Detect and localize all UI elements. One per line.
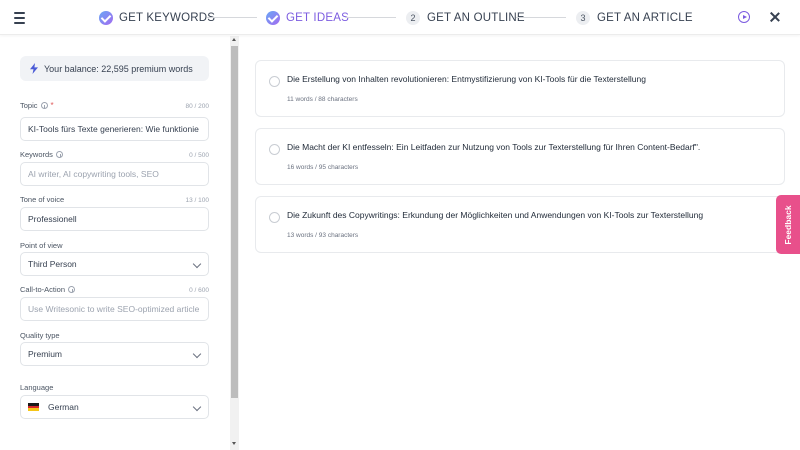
step-label: GET AN OUTLINE	[427, 11, 525, 24]
idea-card[interactable]: Die Zukunft des Copywritings: Erkundung …	[255, 196, 785, 253]
check-circle-icon	[266, 10, 280, 25]
tone-of-voice-input[interactable]: Professionell	[20, 207, 209, 231]
lightning-bolt-icon	[30, 63, 38, 74]
ideas-panel: Die Erstellung von Inhalten revolutionie…	[239, 36, 800, 450]
select-value: Third Person	[28, 259, 77, 269]
idea-title: Die Erstellung von Inhalten revolutionie…	[287, 74, 646, 84]
idea-meta: 13 words / 93 characters	[287, 232, 359, 239]
topic-input[interactable]: KI-Tools fürs Texte generieren: Wie funk…	[20, 117, 209, 141]
play-circle-icon[interactable]	[738, 11, 750, 23]
info-icon[interactable]	[68, 286, 76, 293]
step-divider	[516, 17, 566, 18]
scrollbar-thumb[interactable]	[231, 46, 238, 398]
idea-meta: 11 words / 88 characters	[287, 96, 358, 103]
step-label: GET AN ARTICLE	[597, 11, 693, 24]
idea-meta: 16 words / 95 characters	[287, 164, 359, 171]
select-value: German	[48, 402, 79, 412]
radio-button[interactable]	[269, 212, 280, 223]
chevron-down-icon	[192, 259, 202, 269]
step-number: 3	[576, 10, 590, 25]
tone-of-voice-label: Tone of voice	[20, 195, 65, 204]
radio-button[interactable]	[269, 144, 280, 155]
top-bar: GET KEYWORDS GET IDEAS 2 GET AN OUTLINE …	[0, 0, 800, 35]
hamburger-menu-icon[interactable]	[14, 11, 30, 24]
step-divider	[346, 17, 396, 18]
feedback-label: Feedback	[783, 204, 793, 245]
keywords-input[interactable]: AI writer, AI copywriting tools, SEO	[20, 162, 209, 186]
topic-counter: 80 / 200	[185, 103, 210, 110]
settings-panel: Your balance: 22,595 premium words Topic…	[0, 36, 230, 450]
radio-button[interactable]	[269, 76, 280, 87]
idea-card[interactable]: Die Erstellung von Inhalten revolutionie…	[255, 60, 785, 117]
info-icon[interactable]	[55, 151, 63, 158]
step-get-keywords[interactable]: GET KEYWORDS	[99, 0, 215, 35]
german-flag-icon	[28, 403, 39, 412]
balance-badge: Your balance: 22,595 premium words	[20, 56, 209, 81]
feedback-button[interactable]: Feedback	[776, 195, 800, 254]
close-icon[interactable]	[768, 10, 782, 24]
check-circle-icon	[99, 10, 113, 25]
step-get-ideas[interactable]: GET IDEAS	[266, 0, 349, 35]
idea-title: Die Zukunft des Copywritings: Erkundung …	[287, 210, 704, 220]
language-label: Language	[20, 383, 54, 392]
balance-text: Your balance: 22,595 premium words	[44, 63, 193, 74]
scroll-up-arrow-icon[interactable]	[232, 38, 236, 41]
required-mark: *	[50, 101, 54, 110]
tone-counter: 13 / 100	[185, 197, 210, 204]
call-to-action-label: Call-to-Action	[20, 285, 76, 294]
idea-title: Die Macht der KI entfesseln: Ein Leitfad…	[287, 142, 701, 152]
select-value: Premium	[28, 349, 63, 359]
step-label: GET KEYWORDS	[119, 11, 216, 24]
step-number: 2	[406, 10, 420, 25]
chevron-down-icon	[192, 402, 202, 412]
keywords-counter: 0 / 500	[189, 152, 209, 159]
step-get-an-article[interactable]: 3 GET AN ARTICLE	[576, 0, 693, 35]
language-select[interactable]: German	[20, 395, 209, 419]
chevron-down-icon	[192, 349, 202, 359]
quality-type-label: Quality type	[20, 331, 60, 340]
topic-label: Topic *	[20, 101, 54, 110]
step-label: GET IDEAS	[286, 11, 349, 24]
cta-counter: 0 / 600	[189, 287, 209, 294]
point-of-view-label: Point of view	[20, 241, 63, 250]
idea-card[interactable]: Die Macht der KI entfesseln: Ein Leitfad…	[255, 128, 785, 185]
step-get-an-outline[interactable]: 2 GET AN OUTLINE	[406, 0, 525, 35]
quality-type-select[interactable]: Premium	[20, 342, 209, 366]
step-divider	[207, 17, 257, 18]
point-of-view-select[interactable]: Third Person	[20, 252, 209, 276]
call-to-action-input[interactable]: Use Writesonic to write SEO-optimized ar…	[20, 297, 209, 321]
info-icon[interactable]	[40, 102, 48, 109]
keywords-label: Keywords	[20, 150, 63, 159]
scroll-down-arrow-icon[interactable]	[232, 442, 236, 445]
